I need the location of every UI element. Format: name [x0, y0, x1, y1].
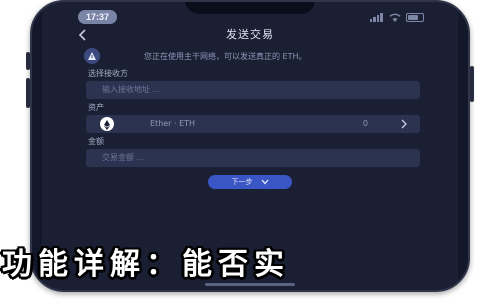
overlay-caption: 功能详解：能否实 — [2, 247, 290, 282]
asset-balance: 0 — [362, 119, 368, 128]
asset-name: Ether · ETH — [150, 119, 196, 128]
notice-text: 您正在使用主干网络，可以发送真正的 ETH。 — [144, 51, 307, 61]
wifi-icon — [389, 13, 401, 22]
amount-label: 金额 — [88, 137, 104, 146]
screenshot-stage: 17:37 发送交易 您正在使用主干网络，可以发送真正的 ETH。 选择接收方 … — [0, 0, 500, 300]
ether-icon — [100, 117, 114, 131]
network-notice: 您正在使用主干网络，可以发送真正的 ETH。 — [84, 47, 416, 65]
recipient-placeholder: 输入接收地址 ... — [102, 85, 161, 94]
next-button-label: 下一步 — [231, 178, 253, 186]
signal-icon — [370, 12, 384, 22]
status-icons — [370, 11, 424, 23]
asset-label: 资产 — [88, 103, 104, 112]
side-button — [470, 66, 474, 102]
warning-icon — [84, 48, 100, 64]
recipient-label: 选择接收方 — [88, 69, 128, 78]
recipient-input[interactable]: 输入接收地址 ... — [86, 81, 420, 99]
battery-icon — [406, 12, 424, 22]
status-time: 17:37 — [78, 10, 118, 24]
amount-input[interactable]: 交易金额 ... — [86, 149, 420, 167]
chevron-right-icon — [400, 115, 408, 139]
chevron-down-icon — [261, 179, 268, 185]
asset-selector[interactable]: Ether · ETH 0 — [86, 115, 420, 133]
page-title: 发送交易 — [226, 28, 274, 41]
amount-placeholder: 交易金额 ... — [102, 153, 145, 162]
next-button[interactable]: 下一步 — [208, 175, 292, 189]
status-bar: 17:37 — [54, 10, 446, 24]
nav-bar: 发送交易 — [72, 27, 428, 43]
